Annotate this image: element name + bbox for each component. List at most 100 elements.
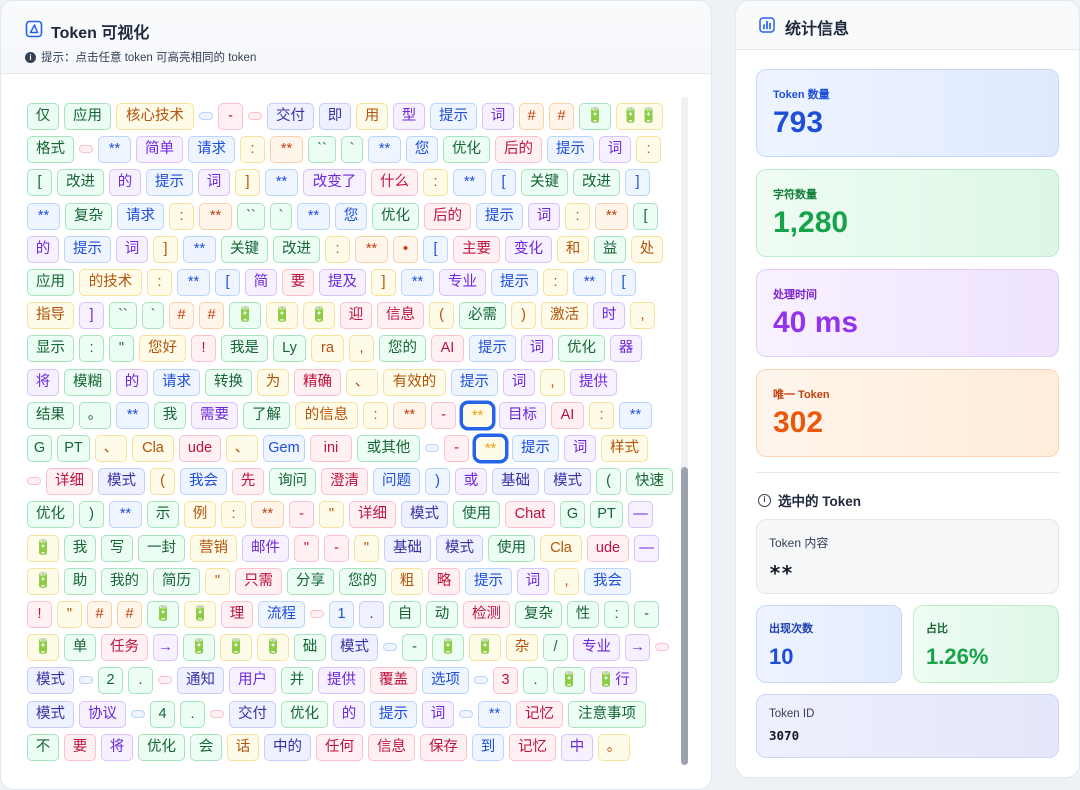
token-chip[interactable]: ** — [478, 700, 511, 728]
token-chip[interactable]: 模式 — [27, 667, 74, 695]
token-chip[interactable]: : — [221, 501, 246, 529]
token-chip[interactable]: : — [589, 401, 614, 429]
token-chip[interactable]: 优化 — [138, 733, 185, 761]
newline-token[interactable] — [459, 709, 473, 718]
token-chip[interactable]: 优化 — [558, 335, 605, 363]
token-chip[interactable]: 为 — [257, 368, 289, 396]
token-chip[interactable]: : — [325, 235, 350, 263]
token-chip[interactable]: 词 — [116, 235, 148, 263]
token-chip[interactable]: 🔋 — [220, 634, 252, 662]
token-chip[interactable]: 改进 — [273, 235, 320, 263]
token-chip[interactable]: ` — [341, 136, 363, 164]
token-chip[interactable]: : — [636, 136, 661, 164]
token-chip[interactable]: 详细 — [46, 468, 93, 496]
token-chip[interactable]: # — [117, 601, 142, 628]
token-chip[interactable]: 础 — [294, 634, 326, 662]
token-chip[interactable]: — — [628, 501, 653, 529]
newline-token[interactable] — [310, 610, 324, 618]
token-chip[interactable]: 结果 — [27, 401, 74, 429]
token-chip[interactable]: 提示 — [430, 103, 477, 130]
token-chip[interactable]: ** — [297, 202, 330, 230]
token-chip[interactable]: 样式 — [601, 435, 648, 462]
token-chip[interactable]: 词 — [517, 567, 549, 595]
token-chip[interactable]: ude — [179, 435, 221, 462]
token-chip[interactable]: . — [180, 700, 205, 728]
token-chip[interactable]: 中 — [561, 733, 593, 761]
token-chip[interactable]: 保存 — [420, 733, 467, 761]
token-chip[interactable]: ( — [150, 468, 175, 496]
token-chip[interactable]: 我 — [154, 401, 186, 429]
token-chip[interactable]: ! — [191, 335, 216, 363]
token-chip[interactable]: Cla — [540, 534, 582, 562]
token-chip[interactable]: 格式 — [27, 136, 74, 164]
token-chip[interactable]: 记忆 — [516, 700, 563, 728]
token-chip[interactable]: 4 — [150, 700, 175, 728]
token-chip[interactable]: 必需 — [459, 302, 506, 330]
token-chip[interactable]: 精确 — [294, 368, 341, 396]
token-chip[interactable]: 🔋行 — [590, 667, 637, 695]
token-chip[interactable]: 信息 — [368, 733, 415, 761]
token-chip[interactable]: " — [319, 501, 344, 529]
token-chip[interactable]: `` — [109, 302, 137, 330]
token-chip[interactable]: 显示 — [27, 335, 74, 363]
selected-token-chip[interactable]: ** — [474, 435, 507, 462]
newline-token[interactable] — [474, 676, 488, 685]
token-chip[interactable]: 词 — [599, 136, 631, 164]
token-chip[interactable]: 主要 — [453, 235, 500, 263]
token-chip[interactable]: 🔋 — [27, 567, 59, 595]
token-chip[interactable]: 词 — [564, 435, 596, 462]
token-chip[interactable]: . — [359, 601, 384, 628]
token-chip[interactable]: AI — [431, 335, 464, 363]
token-chip[interactable]: 🔋🔋 — [616, 103, 663, 130]
token-chip[interactable]: 提供 — [318, 667, 365, 695]
token-chip[interactable]: 改变了 — [303, 169, 366, 197]
token-chip[interactable]: 处 — [631, 235, 663, 263]
token-chip[interactable]: 任何 — [316, 733, 363, 761]
token-chip[interactable]: 您 — [335, 202, 367, 230]
token-chip[interactable]: 了解 — [243, 401, 290, 429]
token-chip[interactable]: 🔋 — [184, 601, 216, 628]
token-chip[interactable]: 提示 — [146, 169, 193, 197]
token-chip[interactable]: : — [565, 202, 590, 230]
token-chip[interactable]: ** — [27, 202, 60, 230]
token-chip[interactable]: , — [554, 567, 579, 595]
token-chip[interactable]: 要 — [282, 269, 314, 296]
token-chip[interactable]: 、 — [346, 368, 378, 396]
token-chip[interactable]: Ly — [273, 335, 306, 363]
newline-token[interactable] — [383, 643, 397, 652]
token-chip[interactable]: 自 — [389, 601, 421, 628]
token-chip[interactable]: 模式 — [98, 468, 145, 496]
token-chip[interactable]: 优化 — [443, 136, 490, 164]
token-chip[interactable]: Gem — [263, 435, 305, 462]
token-chip[interactable]: 的技术 — [79, 269, 142, 296]
token-chip[interactable]: 🔋 — [469, 634, 501, 662]
token-chip[interactable]: 模式 — [544, 468, 591, 496]
token-chip[interactable]: `` — [237, 202, 265, 230]
token-chip[interactable]: PT — [590, 501, 623, 529]
token-chip[interactable]: 我会 — [180, 468, 227, 496]
token-chip[interactable]: 动 — [426, 601, 458, 628]
token-chip[interactable]: [ — [215, 269, 240, 296]
token-chip[interactable]: 的 — [109, 169, 141, 197]
token-chip[interactable]: 邮件 — [242, 534, 289, 562]
token-chip[interactable]: 的 — [27, 235, 59, 263]
token-chip[interactable]: 助 — [64, 567, 96, 595]
token-chip[interactable]: 选项 — [422, 667, 469, 695]
token-chip[interactable]: 先 — [232, 468, 264, 496]
token-chip[interactable]: 只需 — [235, 567, 282, 595]
token-chip[interactable]: 🔋 — [147, 601, 179, 628]
token-chip[interactable]: Chat — [505, 501, 555, 529]
token-chip[interactable]: " — [57, 601, 82, 628]
token-chip[interactable]: 指导 — [27, 302, 74, 330]
token-chip[interactable]: 词 — [198, 169, 230, 197]
token-chip[interactable]: 提示 — [476, 202, 523, 230]
token-chip[interactable]: ! — [27, 601, 52, 628]
token-chip[interactable]: ude — [587, 534, 629, 562]
token-chip[interactable]: ** — [401, 269, 434, 296]
token-chip[interactable]: 交付 — [229, 700, 276, 728]
token-chip[interactable]: : — [543, 269, 568, 296]
token-chip[interactable]: 用户 — [229, 667, 276, 695]
token-chip[interactable]: 我 — [64, 534, 96, 562]
token-chip[interactable]: 分享 — [287, 567, 334, 595]
token-chip[interactable]: 例 — [184, 501, 216, 529]
